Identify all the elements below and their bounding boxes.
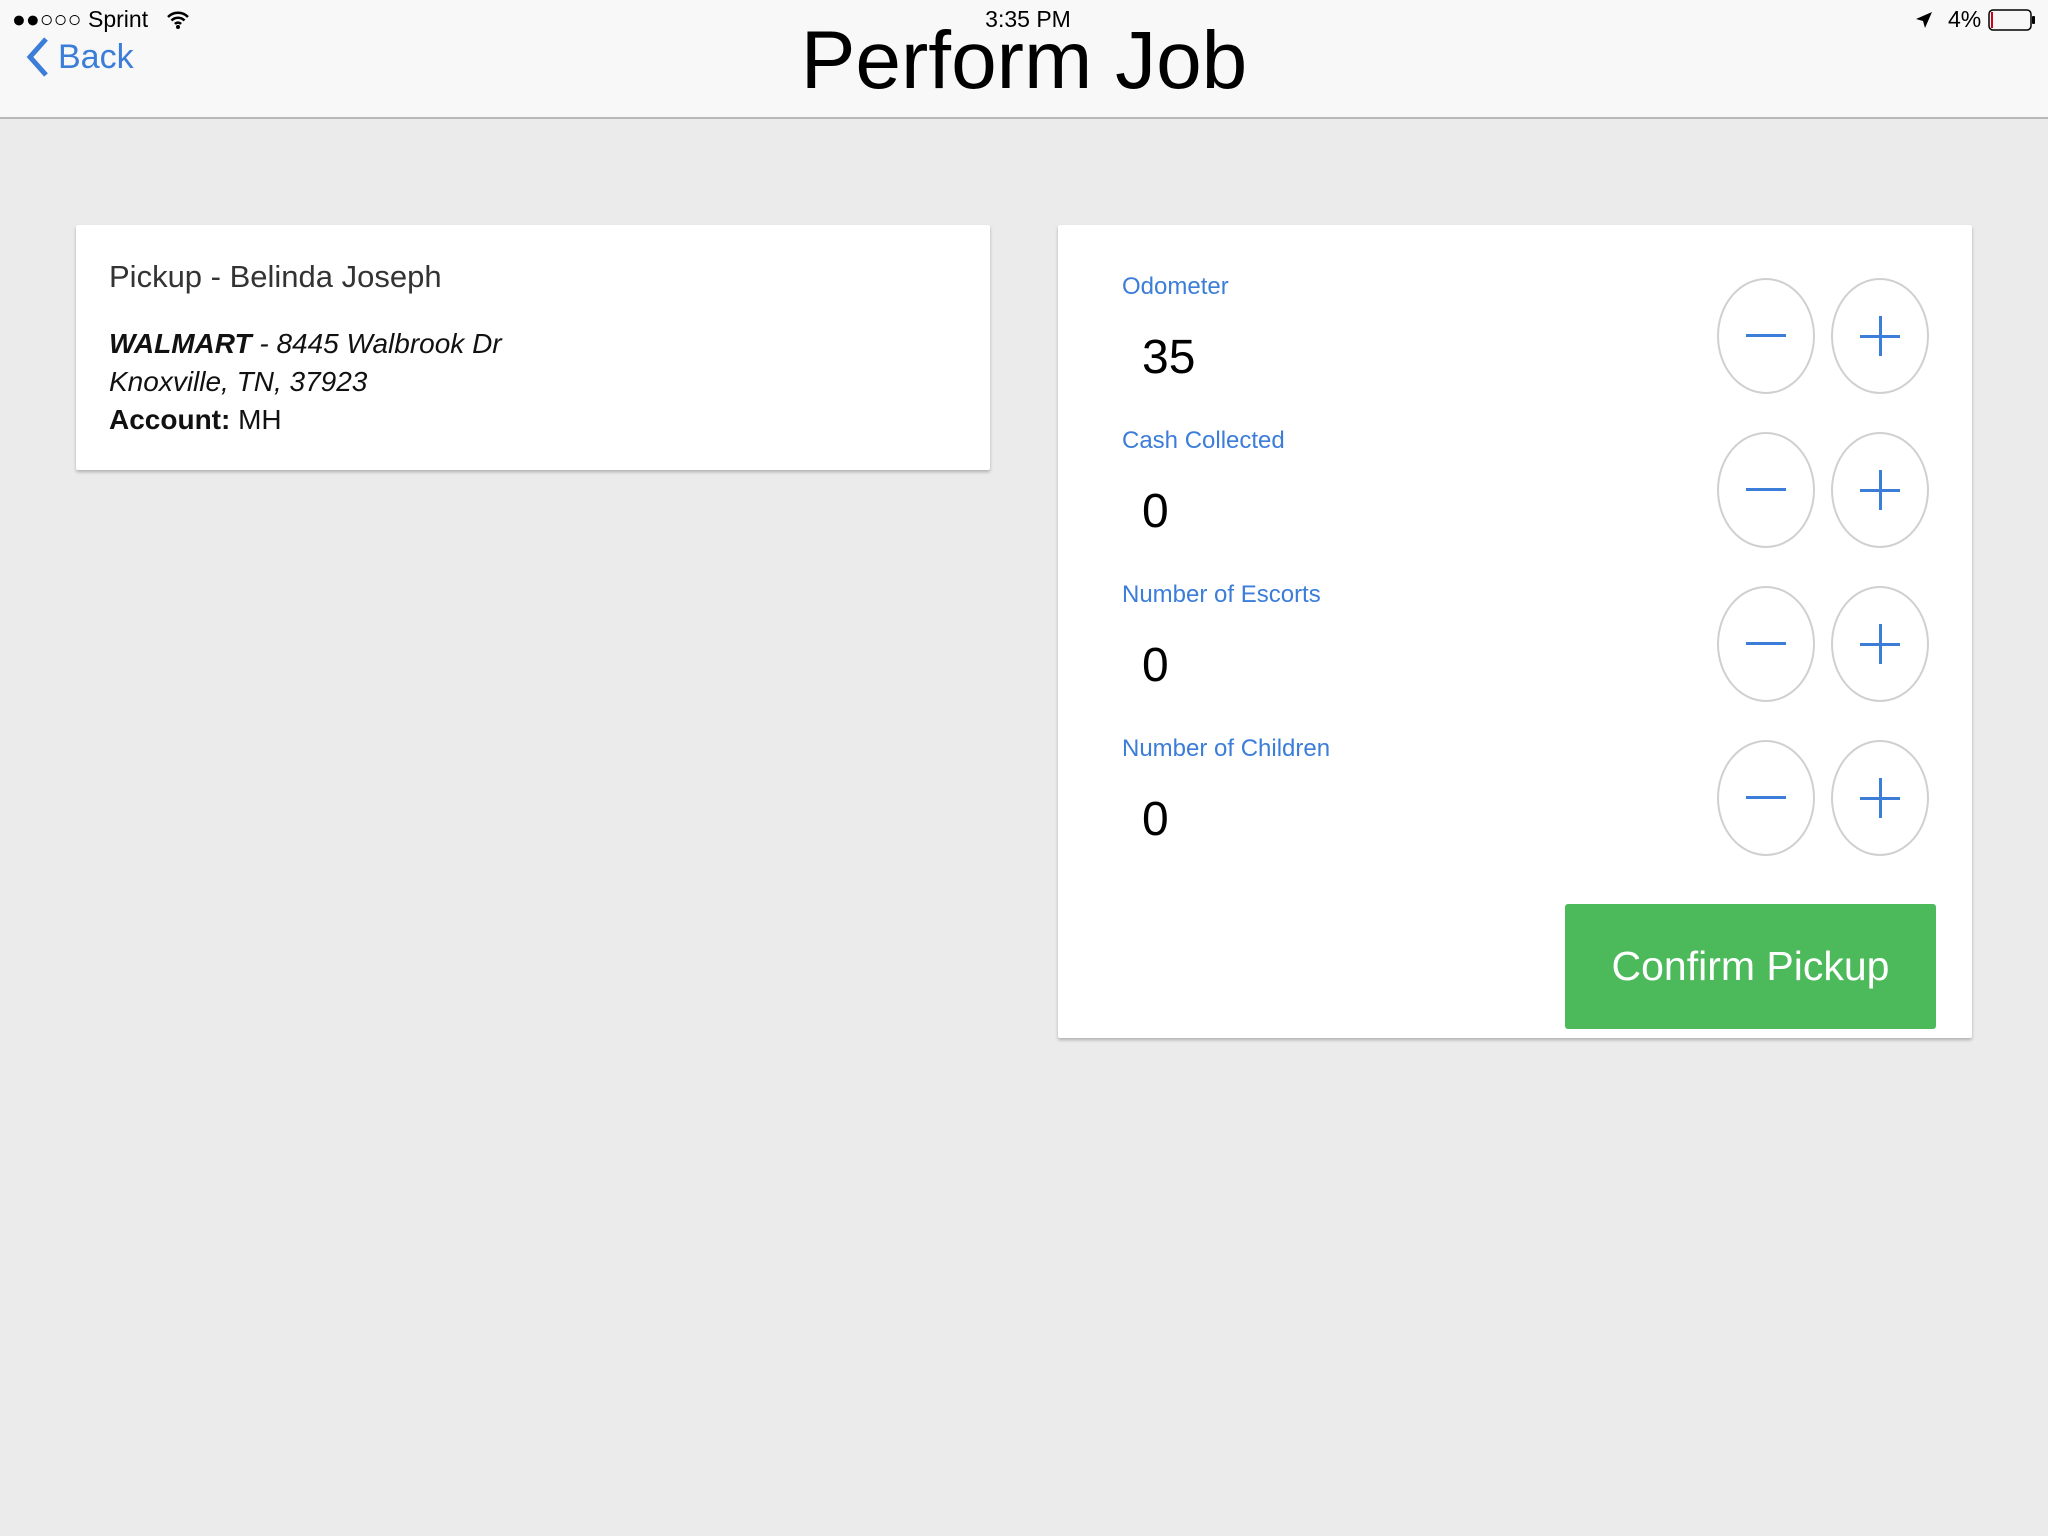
stepper-row: Odometer 35 bbox=[1058, 225, 1972, 394]
field-value[interactable]: 0 bbox=[1142, 484, 1169, 539]
job-title: Pickup - Belinda Joseph bbox=[109, 259, 442, 294]
stepper-row: Number of Children 0 bbox=[1058, 687, 1972, 856]
stepper-row: Cash Collected 0 bbox=[1058, 379, 1972, 548]
plus-icon bbox=[1860, 316, 1900, 356]
minus-icon bbox=[1746, 334, 1786, 337]
field-value[interactable]: 0 bbox=[1142, 638, 1169, 693]
decrement-button[interactable] bbox=[1717, 432, 1815, 548]
job-form-card: Odometer 35 Cash Collected 0 Number of E… bbox=[1058, 225, 1972, 1038]
minus-icon bbox=[1746, 488, 1786, 491]
decrement-button[interactable] bbox=[1717, 586, 1815, 702]
field-label: Cash Collected bbox=[1122, 427, 1285, 454]
field-label: Number of Children bbox=[1122, 735, 1331, 762]
job-details-card: Pickup - Belinda Joseph WALMART - 8445 W… bbox=[76, 225, 990, 470]
account-label: Account: bbox=[109, 404, 231, 435]
stepper-row: Number of Escorts 0 bbox=[1058, 533, 1972, 702]
confirm-pickup-button[interactable]: Confirm Pickup bbox=[1565, 904, 1936, 1029]
field-value[interactable]: 35 bbox=[1142, 330, 1195, 385]
plus-icon bbox=[1860, 470, 1900, 510]
address-line-2: Knoxville, TN, 37923 bbox=[109, 366, 368, 397]
field-label: Number of Escorts bbox=[1122, 581, 1321, 608]
place-name: WALMART bbox=[109, 328, 252, 359]
account-value: MH bbox=[230, 404, 282, 435]
increment-button[interactable] bbox=[1831, 586, 1929, 702]
page-title: Perform Job bbox=[800, 15, 1248, 106]
decrement-button[interactable] bbox=[1717, 278, 1815, 394]
decrement-button[interactable] bbox=[1717, 740, 1815, 856]
field-label: Odometer bbox=[1122, 273, 1229, 300]
increment-button[interactable] bbox=[1831, 740, 1929, 856]
address-line-1: - 8445 Walbrook Dr bbox=[251, 328, 502, 359]
field-value[interactable]: 0 bbox=[1142, 792, 1169, 847]
minus-icon bbox=[1746, 796, 1786, 799]
plus-icon bbox=[1860, 778, 1900, 818]
increment-button[interactable] bbox=[1831, 432, 1929, 548]
minus-icon bbox=[1746, 642, 1786, 645]
navigation-bar: ●●○○○ Sprint 3:35 PM 4% Back Perform Job bbox=[0, 0, 2048, 119]
plus-icon bbox=[1860, 624, 1900, 664]
increment-button[interactable] bbox=[1831, 278, 1929, 394]
